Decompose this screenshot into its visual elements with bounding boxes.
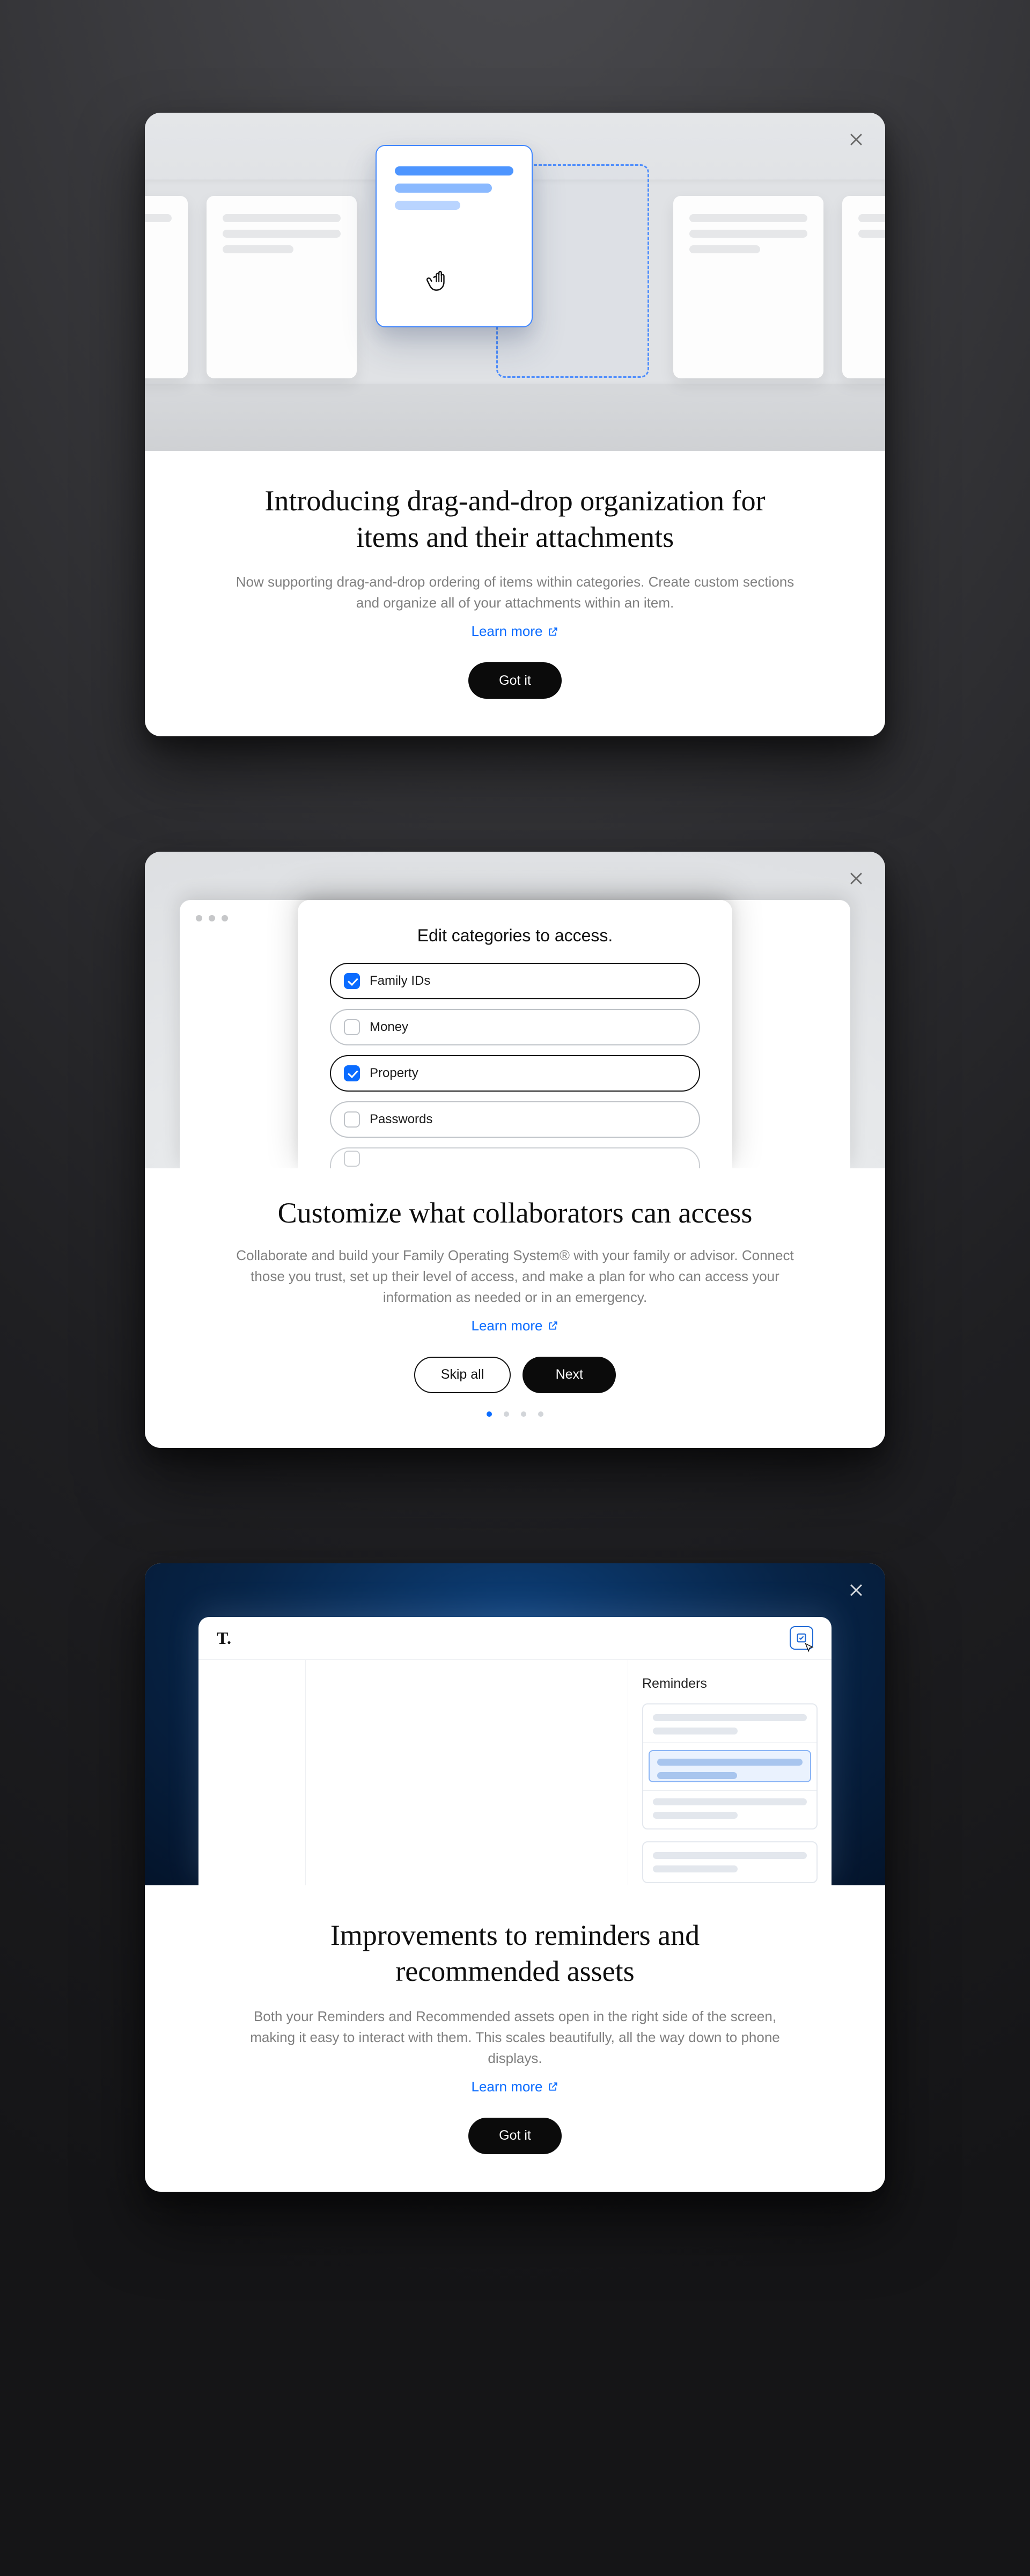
page-dot[interactable]: [538, 1411, 543, 1417]
page-indicator: [209, 1411, 821, 1417]
modal-description: Now supporting drag‑and‑drop ordering of…: [233, 572, 797, 613]
page-dot[interactable]: [504, 1411, 509, 1417]
category-label: Family IDs: [370, 974, 430, 989]
modal-collaborators: Edit categories to access. Family IDs Mo…: [145, 852, 885, 1448]
illustration-collaborators: Edit categories to access. Family IDs Mo…: [145, 852, 885, 1168]
category-option[interactable]: Money: [330, 1009, 700, 1045]
traffic-lights-icon: [196, 915, 228, 921]
checkbox-icon: [344, 1111, 360, 1128]
checkbox-icon: [344, 973, 360, 989]
checklist-button[interactable]: [790, 1626, 813, 1650]
close-icon: [847, 869, 865, 888]
modal-title: Improvements to reminders and recommende…: [252, 1918, 778, 1990]
cursor-icon: [804, 1642, 815, 1654]
category-label: Property: [370, 1066, 418, 1081]
next-button[interactable]: Next: [523, 1357, 616, 1393]
page-dot[interactable]: [521, 1411, 526, 1417]
learn-more-link[interactable]: Learn more: [472, 2079, 559, 2095]
category-option[interactable]: Family IDs: [330, 963, 700, 999]
modal-title: Introducing drag‑and‑drop organization f…: [252, 483, 778, 555]
app-main: [306, 1660, 628, 1885]
app-window-mock: T. Reminders: [198, 1617, 832, 1885]
close-icon: [847, 130, 865, 149]
category-option[interactable]: Property: [330, 1055, 700, 1092]
close-button[interactable]: [844, 867, 868, 890]
learn-more-link[interactable]: Learn more: [472, 1318, 559, 1334]
app-sidebar: [198, 1660, 306, 1885]
access-category-panel: Edit categories to access. Family IDs Mo…: [298, 900, 732, 1168]
illustration-drag-drop: [145, 113, 885, 451]
card-ghost: [145, 196, 188, 378]
skip-all-button[interactable]: Skip all: [414, 1357, 511, 1393]
card-ghost: [842, 196, 885, 378]
reminder-group: [642, 1703, 818, 1829]
category-option-partial: [330, 1147, 700, 1168]
got-it-button[interactable]: Got it: [468, 2118, 562, 2154]
learn-more-label: Learn more: [472, 623, 543, 640]
modal-title: Customize what collaborators can access: [209, 1195, 821, 1232]
card-ghost: [673, 196, 823, 378]
grab-cursor-icon: [424, 263, 456, 295]
external-link-icon: [548, 1320, 558, 1331]
close-button[interactable]: [844, 128, 868, 151]
page-dot[interactable]: [487, 1411, 492, 1417]
illustration-reminders: T. Reminders: [145, 1563, 885, 1885]
close-button[interactable]: [844, 1578, 868, 1602]
reminder-item-active[interactable]: [649, 1750, 811, 1782]
got-it-button[interactable]: Got it: [468, 662, 562, 699]
reminders-panel: Reminders: [628, 1660, 832, 1885]
panel-title: Edit categories to access.: [330, 926, 700, 946]
category-option[interactable]: Passwords: [330, 1101, 700, 1138]
card-ghost: [207, 196, 357, 378]
checkbox-icon: [344, 1065, 360, 1081]
category-label: Passwords: [370, 1112, 432, 1127]
checkbox-icon: [344, 1019, 360, 1035]
brand-mark: T.: [217, 1628, 231, 1648]
modal-reminders: T. Reminders: [145, 1563, 885, 2192]
modal-description: Both your Reminders and Recommended asse…: [233, 2006, 797, 2069]
external-link-icon: [548, 626, 558, 637]
modal-description: Collaborate and build your Family Operat…: [233, 1245, 797, 1308]
learn-more-link[interactable]: Learn more: [472, 623, 559, 640]
reminder-group: [642, 1841, 818, 1883]
learn-more-label: Learn more: [472, 2079, 543, 2095]
card-dragged: [376, 145, 533, 327]
panel-title: Reminders: [642, 1676, 818, 1692]
learn-more-label: Learn more: [472, 1318, 543, 1334]
modal-drag-drop: Introducing drag‑and‑drop organization f…: [145, 113, 885, 736]
category-label: Money: [370, 1020, 408, 1035]
close-icon: [847, 1581, 865, 1599]
external-link-icon: [548, 2081, 558, 2092]
checkbox-icon: [344, 1151, 360, 1167]
